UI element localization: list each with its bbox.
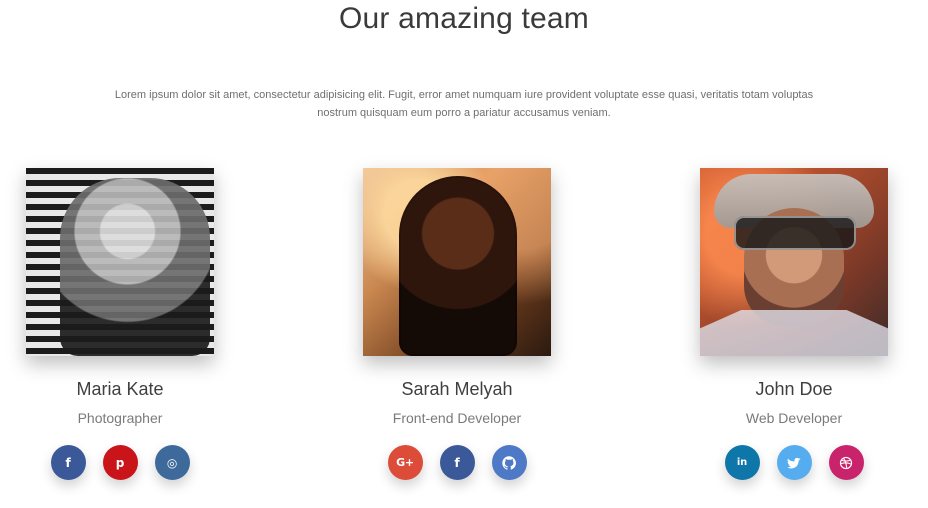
member-photo (363, 168, 551, 356)
facebook-icon: f (65, 455, 71, 470)
team-member-card: John Doe Web Developer in (674, 168, 914, 481)
github-icon (502, 455, 516, 470)
member-name: Maria Kate (76, 379, 164, 399)
google-plus-icon: G+ (396, 455, 414, 469)
portrait-glasses (734, 216, 856, 250)
facebook-button[interactable]: f (439, 445, 475, 480)
social-links: G+ f (337, 445, 577, 481)
member-role: Front-end Developer (392, 410, 522, 426)
section-title: Our amazing team (339, 2, 589, 35)
dribbble-icon (839, 456, 853, 469)
twitter-button[interactable] (776, 445, 812, 480)
team-member-card: Sarah Melyah Front-end Developer G+ f (337, 168, 577, 481)
team-section: Our amazing team Lorem ipsum dolor sit a… (0, 0, 928, 508)
social-links: f p ◎ (0, 445, 240, 481)
facebook-button[interactable]: f (50, 445, 86, 480)
github-button[interactable] (491, 445, 527, 480)
section-description: Lorem ipsum dolor sit amet, consectetur … (114, 89, 814, 119)
member-photo (26, 168, 214, 356)
portrait (399, 176, 517, 356)
pinterest-icon: p (115, 455, 125, 470)
twitter-icon (787, 457, 801, 468)
team-member-card: Maria Kate Photographer f p ◎ (0, 168, 240, 481)
dribbble-button[interactable] (828, 445, 864, 480)
member-name: Sarah Melyah (401, 379, 513, 399)
pinterest-button[interactable]: p (102, 445, 138, 480)
member-role: Web Developer (745, 410, 843, 426)
portrait (60, 178, 210, 356)
portrait-shirt (700, 310, 888, 356)
instagram-button[interactable]: ◎ (154, 445, 190, 480)
member-role: Photographer (77, 410, 163, 426)
linkedin-icon: in (736, 456, 748, 468)
social-links: in (674, 445, 914, 481)
member-name: John Doe (755, 379, 833, 399)
member-photo (700, 168, 888, 356)
instagram-icon: ◎ (166, 455, 178, 470)
facebook-icon: f (454, 455, 460, 470)
linkedin-button[interactable]: in (724, 445, 760, 480)
google-plus-button[interactable]: G+ (387, 445, 423, 480)
